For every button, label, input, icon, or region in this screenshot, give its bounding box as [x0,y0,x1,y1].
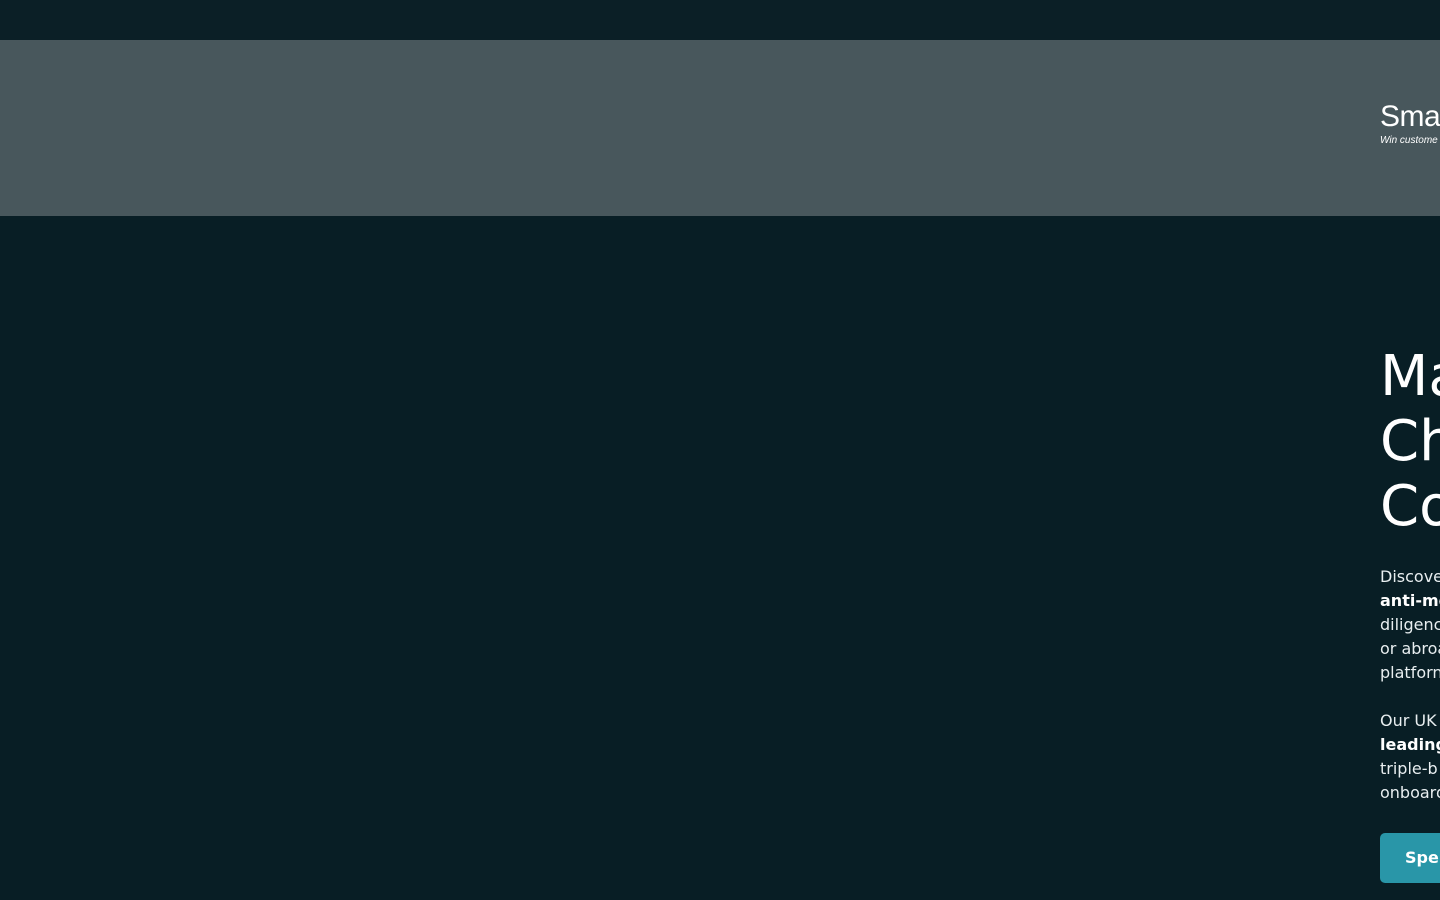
hero-paragraph-bold: leading [1380,735,1440,754]
hero-section: Ma Ch Co Discove anti-mo diligenc or abr… [0,216,1440,900]
hero-paragraph-bold: anti-mo [1380,591,1440,610]
hero-title-line: Ma [1380,344,1440,409]
site-header: Sma Win custome [0,40,1440,216]
hero-paragraph-line: or abroa [1380,639,1440,658]
hero-content: Ma Ch Co Discove anti-mo diligenc or abr… [1380,344,1440,883]
hero-paragraph-2: Our UK leading triple-b onboard [1380,709,1440,805]
hero-paragraph-line: triple-b [1380,759,1438,778]
hero-title-line: Ch [1380,409,1440,474]
logo-name: Sma [1380,100,1440,133]
top-strip [0,0,1440,40]
hero-title-line: Co [1380,474,1440,539]
hero-paragraph-line: platforn [1380,663,1440,682]
hero-title: Ma Ch Co [1380,344,1440,539]
hero-paragraph-1: Discove anti-mo diligenc or abroa platfo… [1380,565,1440,685]
cta-button[interactable]: Spe [1380,833,1440,883]
hero-paragraph-line: Discove [1380,567,1440,586]
hero-paragraph-line: diligenc [1380,615,1440,634]
logo-tagline: Win custome [1380,135,1438,146]
logo-link[interactable]: Sma Win custome [1380,100,1440,148]
hero-paragraph-line: onboard [1380,783,1440,802]
hero-paragraph-line: Our UK [1380,711,1437,730]
